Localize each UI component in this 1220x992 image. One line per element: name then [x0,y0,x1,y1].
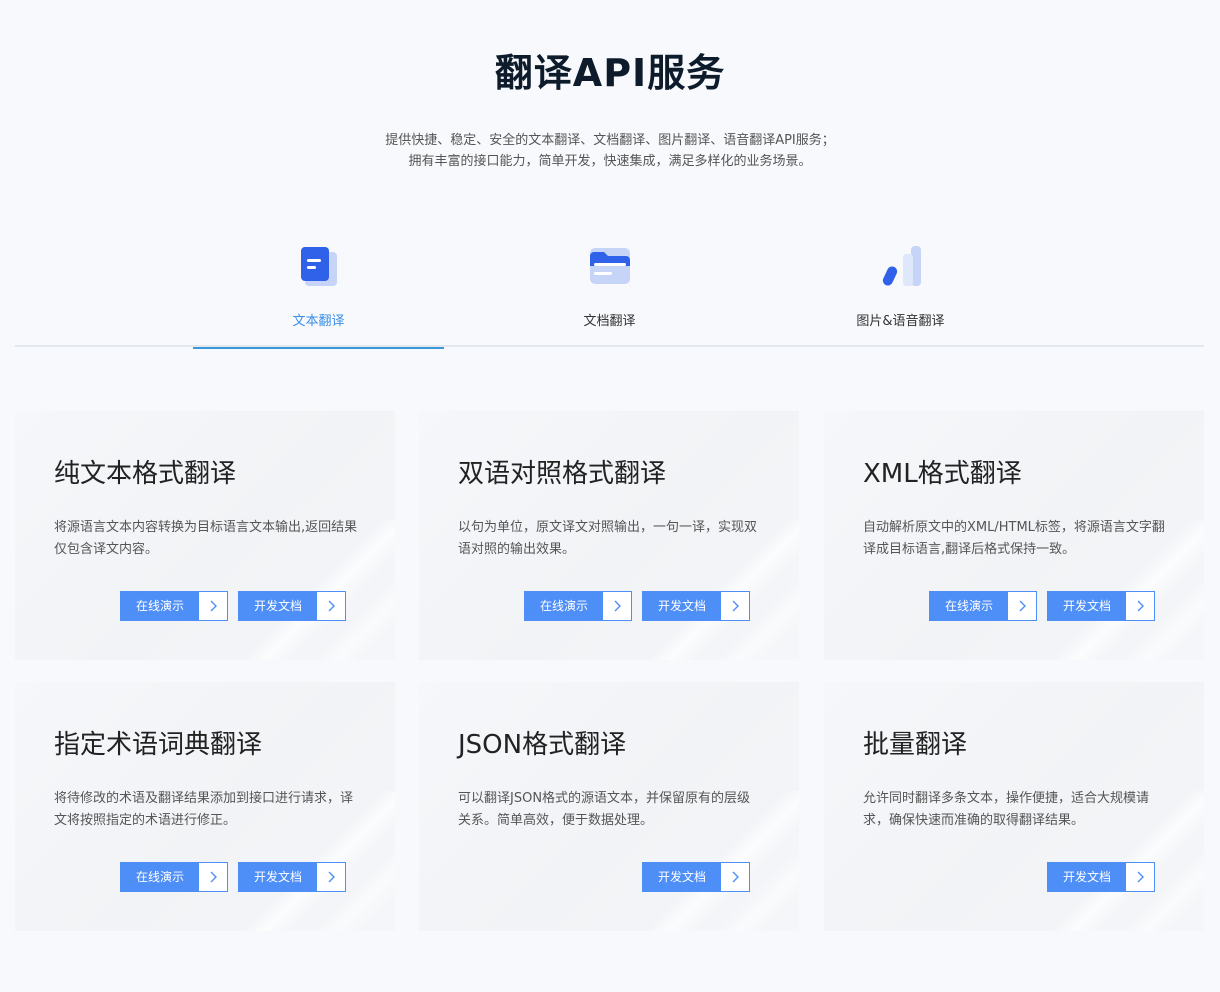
card-actions: 开发文档 [1047,862,1155,892]
button-label: 开发文档 [1048,592,1126,620]
card-actions: 在线演示 开发文档 [120,591,346,621]
card-title: XML格式翻译 [863,459,1022,489]
chevron-right-icon [1126,592,1154,620]
subtitle-line: 提供快捷、稳定、安全的文本翻译、文档翻译、图片翻译、语音翻译API服务； [385,133,835,148]
chevron-right-icon [603,592,631,620]
dev-docs-button[interactable]: 开发文档 [238,591,346,621]
card-bilingual: 双语对照格式翻译 以句为单位，原文译文对照输出，一句一译，实现双语对照的输出效果… [419,411,799,660]
chevron-right-icon [1126,863,1154,891]
tab-document-translation[interactable]: 文档翻译 [484,230,735,347]
page-subtitle: 提供快捷、稳定、安全的文本翻译、文档翻译、图片翻译、语音翻译API服务； 拥有丰… [0,130,1220,172]
chevron-right-icon [199,592,227,620]
button-label: 在线演示 [121,592,199,620]
button-label: 开发文档 [239,863,317,891]
dev-docs-button[interactable]: 开发文档 [1047,862,1155,892]
card-description: 允许同时翻译多条文本，操作便捷，适合大规模请求，确保快速而准确的取得翻译结果。 [863,791,1150,828]
chevron-right-icon [199,863,227,891]
card-terminology: 指定术语词典翻译 将待修改的术语及翻译结果添加到接口进行请求，译文将按照指定的术… [15,682,395,931]
card-title: 指定术语词典翻译 [54,730,263,760]
page-title: 翻译API服务 [494,51,726,95]
card-description: 将待修改的术语及翻译结果添加到接口进行请求，译文将按照指定的术语进行修正。 [54,791,354,828]
card-json: JSON格式翻译 可以翻译JSON格式的源语文本，并保留原有的层级关系。简单高效… [419,682,799,931]
image-voice-icon [882,246,921,286]
card-description: 将源语言文本内容转换为目标语言文本输出,返回结果仅包含译文内容。 [54,520,358,557]
card-title: 批量翻译 [863,730,968,760]
button-label: 开发文档 [1048,863,1126,891]
card-actions: 在线演示 开发文档 [929,591,1155,621]
card-description: 以句为单位，原文译文对照输出，一句一译，实现双语对照的输出效果。 [458,520,758,557]
dev-docs-button[interactable]: 开发文档 [642,591,750,621]
chevron-right-icon [721,863,749,891]
text-document-icon [300,247,337,286]
card-title: JSON格式翻译 [458,730,627,760]
online-demo-button[interactable]: 在线演示 [524,591,632,621]
chevron-right-icon [1008,592,1036,620]
online-demo-button[interactable]: 在线演示 [120,591,228,621]
card-description: 可以翻译JSON格式的源语文本，并保留原有的层级关系。简单高效，便于数据处理。 [458,791,751,828]
dev-docs-button[interactable]: 开发文档 [1047,591,1155,621]
button-label: 开发文档 [643,592,721,620]
card-title: 纯文本格式翻译 [54,459,237,489]
tab-text-translation[interactable]: 文本翻译 [193,230,444,349]
tab-label: 图片&语音翻译 [856,314,945,329]
folder-icon [589,248,630,284]
dev-docs-button[interactable]: 开发文档 [238,862,346,892]
card-xml: XML格式翻译 自动解析原文中的XML/HTML标签，将源语言文字翻译成目标语言… [824,411,1204,660]
online-demo-button[interactable]: 在线演示 [120,862,228,892]
dev-docs-button[interactable]: 开发文档 [642,862,750,892]
chevron-right-icon [317,863,345,891]
tab-label: 文档翻译 [583,314,636,329]
card-title: 双语对照格式翻译 [458,459,667,489]
card-batch: 批量翻译 允许同时翻译多条文本，操作便捷，适合大规模请求，确保快速而准确的取得翻… [824,682,1204,931]
button-label: 在线演示 [525,592,603,620]
button-label: 在线演示 [930,592,1008,620]
card-actions: 在线演示 开发文档 [120,862,346,892]
button-label: 开发文档 [643,863,721,891]
tab-image-voice-translation[interactable]: 图片&语音翻译 [775,230,1026,347]
card-description: 自动解析原文中的XML/HTML标签，将源语言文字翻译成目标语言,翻译后格式保持… [863,520,1165,557]
button-label: 开发文档 [239,592,317,620]
page: 翻译API服务 提供快捷、稳定、安全的文本翻译、文档翻译、图片翻译、语音翻译AP… [0,0,1220,992]
card-actions: 在线演示 开发文档 [524,591,750,621]
card-actions: 开发文档 [642,862,750,892]
tab-label: 文本翻译 [292,314,345,329]
chevron-right-icon [317,592,345,620]
online-demo-button[interactable]: 在线演示 [929,591,1037,621]
card-plain-text: 纯文本格式翻译 将源语言文本内容转换为目标语言文本输出,返回结果仅包含译文内容。… [15,411,395,660]
service-tabs: 文本翻译 文档翻译 图片&语音翻译 [15,230,1204,349]
chevron-right-icon [721,592,749,620]
button-label: 在线演示 [121,863,199,891]
subtitle-line: 拥有丰富的接口能力，简单开发，快速集成，满足多样化的业务场景。 [408,154,812,169]
